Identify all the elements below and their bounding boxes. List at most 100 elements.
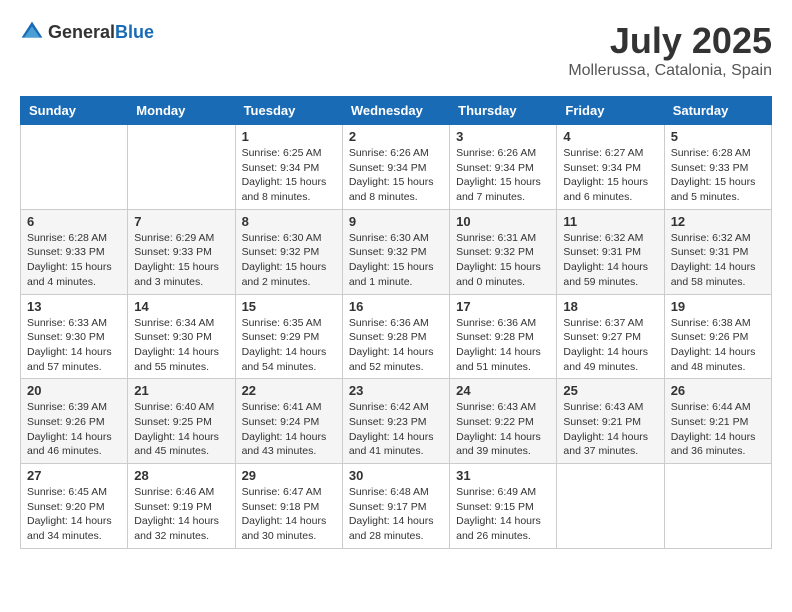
calendar-header-monday: Monday [128,97,235,125]
day-number: 23 [349,383,443,398]
day-detail: Sunrise: 6:32 AM Sunset: 9:31 PM Dayligh… [563,231,657,290]
day-detail: Sunrise: 6:26 AM Sunset: 9:34 PM Dayligh… [349,146,443,205]
calendar-cell: 3Sunrise: 6:26 AM Sunset: 9:34 PM Daylig… [450,125,557,210]
logo-text: GeneralBlue [48,22,154,43]
calendar-cell: 17 Sunrise: 6:36 AM Sunset: 9:28 PM Dayli… [450,294,557,379]
day-number: 12 [671,214,765,229]
day-number: 24 [456,383,550,398]
calendar-cell: 14Sunrise: 6:34 AM Sunset: 9:30 PM Dayli… [128,294,235,379]
logo: GeneralBlue [20,20,154,44]
day-detail: Sunrise: 6:43 AM Sunset: 9:22 PM Dayligh… [456,400,550,459]
day-number: 10 [456,214,550,229]
day-detail: Sunrise: 6:44 AM Sunset: 9:21 PM Dayligh… [671,400,765,459]
day-number: 4 [563,129,657,144]
calendar-table: SundayMondayTuesdayWednesdayThursdayFrid… [20,96,772,549]
calendar-cell: 16 Sunrise: 6:36 AM Sunset: 9:28 PM Dayli… [342,294,449,379]
day-number: 3 [456,129,550,144]
title-block: July 2025 Mollerussa, Catalonia, Spain [568,20,772,80]
day-detail: Sunrise: 6:30 AM Sunset: 9:32 PM Dayligh… [242,231,336,290]
day-number: 30 [349,468,443,483]
day-number: 27 [27,468,121,483]
calendar-cell: 6Sunrise: 6:28 AM Sunset: 9:33 PM Daylig… [21,209,128,294]
calendar-week-row: 20Sunrise: 6:39 AM Sunset: 9:26 PM Dayli… [21,379,772,464]
day-number: 1 [242,129,336,144]
calendar-header-thursday: Thursday [450,97,557,125]
calendar-week-row: 27 Sunrise: 6:45 AM Sunset: 9:20 PM Dayli… [21,464,772,549]
calendar-cell: 1 Sunrise: 6:25 AM Sunset: 9:34 PM Daylig… [235,125,342,210]
calendar-cell: 12 Sunrise: 6:32 AM Sunset: 9:31 PM Dayli… [664,209,771,294]
day-number: 19 [671,299,765,314]
calendar-cell: 4 Sunrise: 6:27 AM Sunset: 9:34 PM Daylig… [557,125,664,210]
logo-blue: Blue [115,22,154,42]
day-number: 17 [456,299,550,314]
day-detail: Sunrise: 6:42 AM Sunset: 9:23 PM Dayligh… [349,400,443,459]
day-detail: Sunrise: 6:33 AM Sunset: 9:30 PM Dayligh… [27,316,121,375]
day-detail: Sunrise: 6:29 AM Sunset: 9:33 PM Dayligh… [134,231,228,290]
calendar-cell: 11 Sunrise: 6:32 AM Sunset: 9:31 PM Dayli… [557,209,664,294]
calendar-cell: 22Sunrise: 6:41 AM Sunset: 9:24 PM Dayli… [235,379,342,464]
calendar-cell: 7 Sunrise: 6:29 AM Sunset: 9:33 PM Daylig… [128,209,235,294]
calendar-header-saturday: Saturday [664,97,771,125]
calendar-cell: 31 Sunrise: 6:49 AM Sunset: 9:15 PM Dayli… [450,464,557,549]
day-detail: Sunrise: 6:25 AM Sunset: 9:34 PM Dayligh… [242,146,336,205]
day-detail: Sunrise: 6:49 AM Sunset: 9:15 PM Dayligh… [456,485,550,544]
calendar-header-row: SundayMondayTuesdayWednesdayThursdayFrid… [21,97,772,125]
day-number: 16 [349,299,443,314]
calendar-cell: 8 Sunrise: 6:30 AM Sunset: 9:32 PM Daylig… [235,209,342,294]
calendar-header-wednesday: Wednesday [342,97,449,125]
calendar-cell: 5Sunrise: 6:28 AM Sunset: 9:33 PM Daylig… [664,125,771,210]
day-detail: Sunrise: 6:46 AM Sunset: 9:19 PM Dayligh… [134,485,228,544]
logo-general: General [48,22,115,42]
calendar-cell: 20Sunrise: 6:39 AM Sunset: 9:26 PM Dayli… [21,379,128,464]
day-number: 11 [563,214,657,229]
day-number: 2 [349,129,443,144]
day-detail: Sunrise: 6:32 AM Sunset: 9:31 PM Dayligh… [671,231,765,290]
day-detail: Sunrise: 6:36 AM Sunset: 9:28 PM Dayligh… [456,316,550,375]
day-detail: Sunrise: 6:30 AM Sunset: 9:32 PM Dayligh… [349,231,443,290]
day-detail: Sunrise: 6:28 AM Sunset: 9:33 PM Dayligh… [671,146,765,205]
calendar-cell: 13 Sunrise: 6:33 AM Sunset: 9:30 PM Dayli… [21,294,128,379]
calendar-cell: 25 Sunrise: 6:43 AM Sunset: 9:21 PM Dayli… [557,379,664,464]
day-detail: Sunrise: 6:27 AM Sunset: 9:34 PM Dayligh… [563,146,657,205]
calendar-cell: 28 Sunrise: 6:46 AM Sunset: 9:19 PM Dayli… [128,464,235,549]
calendar-cell: 19Sunrise: 6:38 AM Sunset: 9:26 PM Dayli… [664,294,771,379]
day-detail: Sunrise: 6:40 AM Sunset: 9:25 PM Dayligh… [134,400,228,459]
day-detail: Sunrise: 6:36 AM Sunset: 9:28 PM Dayligh… [349,316,443,375]
calendar-header-sunday: Sunday [21,97,128,125]
calendar-cell [664,464,771,549]
calendar-header-tuesday: Tuesday [235,97,342,125]
day-number: 20 [27,383,121,398]
day-number: 7 [134,214,228,229]
calendar-cell: 30 Sunrise: 6:48 AM Sunset: 9:17 PM Dayli… [342,464,449,549]
day-detail: Sunrise: 6:47 AM Sunset: 9:18 PM Dayligh… [242,485,336,544]
calendar-cell [557,464,664,549]
calendar-cell: 2 Sunrise: 6:26 AM Sunset: 9:34 PM Daylig… [342,125,449,210]
day-number: 26 [671,383,765,398]
page-header: GeneralBlue July 2025 Mollerussa, Catalo… [20,20,772,80]
day-number: 13 [27,299,121,314]
calendar-week-row: 1 Sunrise: 6:25 AM Sunset: 9:34 PM Daylig… [21,125,772,210]
day-number: 8 [242,214,336,229]
day-detail: Sunrise: 6:48 AM Sunset: 9:17 PM Dayligh… [349,485,443,544]
day-detail: Sunrise: 6:43 AM Sunset: 9:21 PM Dayligh… [563,400,657,459]
calendar-cell: 29 Sunrise: 6:47 AM Sunset: 9:18 PM Dayli… [235,464,342,549]
calendar-cell: 9Sunrise: 6:30 AM Sunset: 9:32 PM Daylig… [342,209,449,294]
calendar-cell [21,125,128,210]
calendar-cell: 18 Sunrise: 6:37 AM Sunset: 9:27 PM Dayli… [557,294,664,379]
day-detail: Sunrise: 6:31 AM Sunset: 9:32 PM Dayligh… [456,231,550,290]
day-number: 28 [134,468,228,483]
day-detail: Sunrise: 6:37 AM Sunset: 9:27 PM Dayligh… [563,316,657,375]
calendar-cell: 24 Sunrise: 6:43 AM Sunset: 9:22 PM Dayli… [450,379,557,464]
day-number: 31 [456,468,550,483]
day-number: 25 [563,383,657,398]
day-detail: Sunrise: 6:45 AM Sunset: 9:20 PM Dayligh… [27,485,121,544]
day-number: 29 [242,468,336,483]
day-number: 15 [242,299,336,314]
day-number: 18 [563,299,657,314]
calendar-cell: 26 Sunrise: 6:44 AM Sunset: 9:21 PM Dayli… [664,379,771,464]
calendar-week-row: 6Sunrise: 6:28 AM Sunset: 9:33 PM Daylig… [21,209,772,294]
day-detail: Sunrise: 6:28 AM Sunset: 9:33 PM Dayligh… [27,231,121,290]
location: Mollerussa, Catalonia, Spain [568,62,772,80]
calendar-cell: 21Sunrise: 6:40 AM Sunset: 9:25 PM Dayli… [128,379,235,464]
calendar-cell [128,125,235,210]
